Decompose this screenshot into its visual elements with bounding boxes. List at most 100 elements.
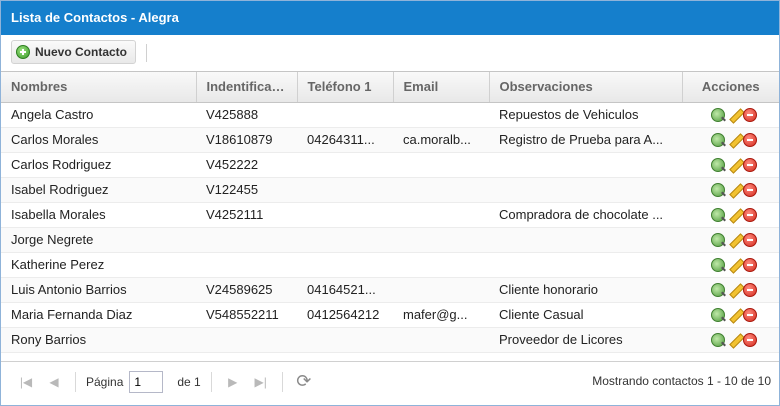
table-row[interactable]: Isabel Rodriguez V122455	[1, 177, 779, 203]
cell-observaciones: Proveedor de Licores	[489, 327, 682, 353]
cell-observaciones: Registro de Prueba para A...	[489, 127, 682, 153]
cell-actions	[682, 277, 779, 303]
cell-nombre: Luis Antonio Barrios	[1, 277, 196, 303]
cell-email	[393, 252, 489, 278]
cell-email: mafer@g...	[393, 302, 489, 328]
first-page-icon[interactable]: |◀	[15, 371, 37, 393]
pagination-bar: |◀ ◀ Página de 1 ▶ ▶| ⟳ Mostrando contac…	[1, 361, 779, 401]
delete-icon[interactable]	[743, 283, 757, 298]
cell-identificacion: V18610879	[196, 127, 297, 153]
table-row[interactable]: Angela Castro V425888 Repuestos de Vehicul…	[1, 102, 779, 128]
view-icon[interactable]	[711, 283, 725, 298]
cell-telefono	[297, 202, 393, 228]
cell-email	[393, 277, 489, 303]
cell-actions	[682, 302, 779, 328]
delete-icon[interactable]	[743, 258, 757, 273]
pager-separator	[281, 371, 283, 392]
pager-separator	[210, 371, 212, 392]
table-row[interactable]: Katherine Perez	[1, 252, 779, 278]
delete-icon[interactable]	[743, 333, 757, 348]
table-row[interactable]: Carlos Rodriguez V452222	[1, 152, 779, 178]
cell-observaciones: Cliente honorario	[489, 277, 682, 303]
pager-separator	[75, 371, 76, 392]
table-row[interactable]: Isabella Morales V4252111 Compradora de ch…	[1, 202, 779, 228]
view-icon[interactable]	[711, 333, 725, 348]
view-icon[interactable]	[711, 233, 725, 248]
last-page-icon[interactable]: ▶|	[250, 371, 272, 393]
edit-icon[interactable]	[727, 183, 741, 197]
cell-actions	[682, 102, 779, 128]
cell-email	[393, 202, 489, 228]
column-header-acciones[interactable]: Acciones	[682, 72, 779, 103]
cell-observaciones	[489, 252, 682, 278]
cell-email	[393, 227, 489, 253]
edit-icon[interactable]	[727, 233, 741, 247]
cell-identificacion: V122455	[196, 177, 297, 203]
toolbar: Nuevo Contacto	[1, 35, 779, 72]
edit-icon[interactable]	[727, 283, 741, 297]
table-row[interactable]: Rony Barrios Proveedor de Licores	[1, 327, 779, 353]
delete-icon[interactable]	[743, 233, 757, 248]
delete-icon[interactable]	[743, 108, 757, 123]
cell-telefono: 04164521...	[297, 277, 393, 303]
cell-nombre: Angela Castro	[1, 102, 196, 128]
cell-email	[393, 152, 489, 178]
edit-icon[interactable]	[727, 258, 741, 272]
edit-icon[interactable]	[727, 133, 741, 147]
contacts-grid: Nombres Indentificación Teléfono 1 Email…	[1, 72, 779, 353]
cell-actions	[682, 227, 779, 253]
delete-icon[interactable]	[743, 133, 757, 148]
cell-actions	[682, 252, 779, 278]
page-label: Página	[86, 374, 124, 389]
edit-icon[interactable]	[727, 308, 741, 322]
toolbar-separator	[146, 44, 147, 62]
view-icon[interactable]	[711, 183, 725, 198]
refresh-icon[interactable]: ⟳	[293, 371, 315, 393]
view-icon[interactable]	[711, 308, 725, 323]
view-icon[interactable]	[711, 158, 725, 173]
delete-icon[interactable]	[743, 183, 757, 198]
new-contact-label: Nuevo Contacto	[35, 45, 128, 59]
cell-identificacion	[196, 252, 297, 278]
cell-nombre: Rony Barrios	[1, 327, 196, 353]
delete-icon[interactable]	[743, 308, 757, 323]
edit-icon[interactable]	[727, 158, 741, 172]
next-page-icon[interactable]: ▶	[222, 371, 244, 393]
cell-identificacion: V425888	[196, 102, 297, 128]
view-icon[interactable]	[711, 208, 725, 223]
page-number-input[interactable]	[129, 370, 164, 393]
column-header-nombres[interactable]: Nombres	[1, 72, 197, 103]
table-row[interactable]: Carlos Morales V18610879 04264311... ca.mor…	[1, 127, 779, 153]
table-row[interactable]: Luis Antonio Barrios V24589625 04164521...…	[1, 277, 779, 303]
column-header-identificacion[interactable]: Indentificación	[196, 72, 298, 103]
edit-icon[interactable]	[727, 333, 741, 347]
cell-observaciones: Cliente Casual	[489, 302, 682, 328]
pager-status: Mostrando contactos 1 - 10 de 10	[592, 374, 771, 388]
cell-observaciones	[489, 177, 682, 203]
prev-page-icon[interactable]: ◀	[43, 371, 65, 393]
edit-icon[interactable]	[727, 208, 741, 222]
new-contact-button[interactable]: Nuevo Contacto	[11, 40, 137, 64]
view-icon[interactable]	[711, 108, 725, 123]
cell-telefono: 04264311...	[297, 127, 393, 153]
cell-identificacion: V548552211	[196, 302, 297, 328]
table-row[interactable]: Jorge Negrete	[1, 227, 779, 253]
delete-icon[interactable]	[743, 158, 757, 173]
cell-actions	[682, 202, 779, 228]
add-icon	[16, 45, 30, 59]
cell-actions	[682, 127, 779, 153]
column-header-email[interactable]: Email	[393, 72, 490, 103]
column-header-telefono[interactable]: Teléfono 1	[297, 72, 394, 103]
edit-icon[interactable]	[727, 108, 741, 122]
cell-observaciones: Compradora de chocolate ...	[489, 202, 682, 228]
table-row[interactable]: Maria Fernanda Diaz V548552211 0412564212 m…	[1, 302, 779, 328]
cell-nombre: Carlos Morales	[1, 127, 196, 153]
view-icon[interactable]	[711, 258, 725, 273]
delete-icon[interactable]	[743, 208, 757, 223]
column-header-observaciones[interactable]: Observaciones	[489, 72, 683, 103]
cell-actions	[682, 327, 779, 353]
grid-header: Nombres Indentificación Teléfono 1 Email…	[1, 72, 779, 103]
view-icon[interactable]	[711, 133, 725, 148]
cell-nombre: Katherine Perez	[1, 252, 196, 278]
cell-identificacion: V4252111	[196, 202, 297, 228]
